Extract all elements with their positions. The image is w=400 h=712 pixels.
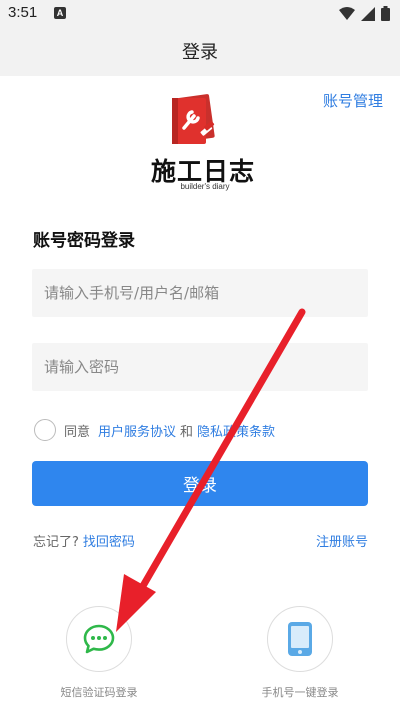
password-input[interactable]: [32, 343, 368, 391]
notification-a-icon: A: [54, 7, 66, 19]
phone-login-label: 手机号一键登录: [261, 686, 339, 699]
battery-icon: [381, 6, 390, 21]
logo-subtitle: builder's diary: [180, 182, 230, 191]
status-time: 3:51: [8, 4, 38, 21]
wifi-icon: [339, 6, 355, 20]
privacy-policy-link[interactable]: 隐私政策条款: [197, 421, 275, 440]
forgot-row: 忘记了? 找回密码: [33, 531, 135, 550]
retrieve-password-link[interactable]: 找回密码: [83, 531, 135, 550]
agree-prefix: 同意: [64, 424, 91, 440]
section-title: 账号密码登录: [33, 231, 135, 251]
login-button[interactable]: 登录: [32, 461, 368, 506]
account-manage-link[interactable]: 账号管理: [323, 90, 383, 111]
page-title: 登录: [182, 42, 218, 63]
agreement-row: 同意 用户服务协议 和 隐私政策条款: [34, 419, 275, 441]
account-input[interactable]: [32, 269, 368, 317]
forgot-prefix: 忘记了?: [33, 535, 79, 550]
sms-login-label: 短信验证码登录: [60, 686, 138, 699]
logo-book-icon: [172, 94, 215, 144]
cellular-icon: [361, 6, 375, 21]
mobile-phone-icon: [288, 622, 312, 656]
chat-bubble-icon: [83, 624, 115, 654]
status-bar: 3:51 A: [0, 0, 400, 26]
agree-and-text: 和: [180, 424, 194, 440]
title-bar: 登录: [0, 26, 400, 76]
user-agreement-link[interactable]: 用户服务协议: [98, 421, 176, 440]
agree-checkbox[interactable]: [34, 419, 56, 441]
status-icons: [339, 6, 390, 21]
register-link[interactable]: 注册账号: [316, 531, 368, 550]
sms-login-button[interactable]: [66, 606, 132, 672]
phone-login-button[interactable]: [267, 606, 333, 672]
